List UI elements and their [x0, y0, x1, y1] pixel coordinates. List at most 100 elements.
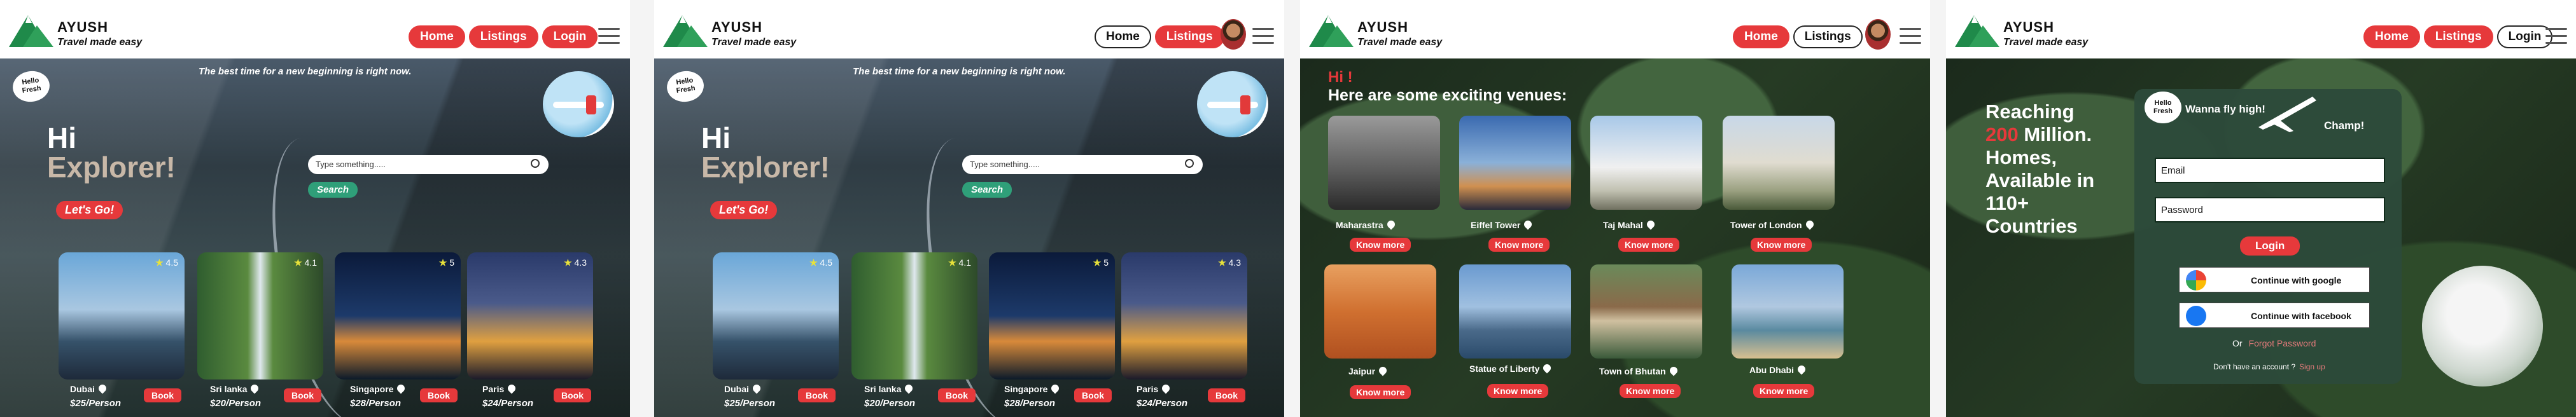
book-button[interactable]: Book [1074, 388, 1112, 402]
nav-listings[interactable]: Listings [468, 25, 538, 48]
venue-card-abu-dhabi[interactable] [1732, 264, 1844, 359]
location-pin-icon [249, 383, 260, 394]
nav-home[interactable]: Home [409, 25, 465, 48]
destination-card-dubai[interactable]: ★ 4.5 [713, 252, 839, 379]
lets-go-button[interactable]: Let's Go! [710, 201, 778, 219]
book-button[interactable]: Book [1208, 388, 1245, 402]
venue-name: Taj Mahal [1603, 219, 1656, 230]
know-more-button[interactable]: Know more [1751, 238, 1812, 252]
know-more-button[interactable]: Know more [1488, 238, 1550, 252]
home-screen-logged-in: AYUSH Travel made easy Home Listings Hel… [654, 0, 1284, 417]
nav-home[interactable]: Home [1095, 25, 1151, 48]
nav-login[interactable]: Login [542, 25, 598, 48]
venue-card-town-of-bhutan[interactable] [1590, 264, 1702, 359]
facebook-login-button[interactable]: Continue with facebook [2179, 303, 2370, 328]
destination-price: $25/Person [70, 398, 122, 409]
venue-card-jaipur[interactable] [1324, 264, 1436, 359]
brand-tagline: Travel made easy [1357, 37, 1443, 48]
airplane-icon [2258, 97, 2316, 132]
venue-card-tower-of-london[interactable] [1723, 116, 1835, 210]
nav-listings[interactable]: Listings [2423, 25, 2493, 48]
hamburger-menu-icon[interactable] [2545, 28, 2567, 44]
user-avatar[interactable] [1221, 19, 1246, 50]
signup-link[interactable]: Sign up [2299, 362, 2325, 371]
destination-name: Dubai [724, 383, 762, 394]
book-button[interactable]: Book [798, 388, 836, 402]
forgot-password-link[interactable]: Forgot Password [2249, 338, 2316, 348]
location-pin-icon [903, 383, 914, 394]
destination-card-sri-lanka[interactable]: ★ 4.1 [197, 252, 323, 379]
venue-card-maharastra[interactable] [1328, 116, 1440, 210]
password-field[interactable]: Password [2155, 197, 2385, 222]
location-pin-icon [395, 383, 407, 394]
no-account-text: Don't have an account ? [2213, 362, 2296, 371]
location-pin-icon [1049, 383, 1061, 394]
destination-price: $25/Person [724, 398, 776, 409]
location-pin-icon [1796, 364, 1807, 375]
venue-name: Eiffel Tower [1471, 219, 1534, 230]
know-more-button[interactable]: Know more [1753, 384, 1815, 398]
search-button[interactable]: Search [308, 182, 358, 198]
nav-listings[interactable]: Listings [1793, 25, 1863, 48]
know-more-button[interactable]: Know more [1350, 238, 1411, 252]
destination-card-paris[interactable]: ★ 4.3 [1121, 252, 1247, 379]
book-button[interactable]: Book [554, 388, 591, 402]
mountain-logo-icon[interactable] [1955, 11, 2001, 50]
destination-card-sri-lanka[interactable]: ★ 4.1 [851, 252, 977, 379]
mountain-logo-icon[interactable] [9, 11, 55, 50]
brand-name: AYUSH [711, 19, 762, 35]
venue-card-eiffel-tower[interactable] [1459, 116, 1571, 210]
search-input[interactable]: Type something..... [962, 155, 1203, 174]
mountain-logo-icon[interactable] [663, 11, 709, 50]
google-login-button[interactable]: Continue with google [2179, 267, 2370, 292]
nav-home[interactable]: Home [2363, 25, 2420, 48]
lets-go-button[interactable]: Let's Go! [56, 201, 123, 219]
user-avatar[interactable] [1865, 19, 1891, 50]
reaching-headline: Reaching 200 Million. Homes, Available in … [1985, 100, 2119, 238]
venue-card-taj-mahal[interactable] [1590, 116, 1702, 210]
rating-badge: ★ 4.5 [155, 257, 178, 268]
nav-bar: Home Listings Login [2363, 25, 2553, 48]
know-more-button[interactable]: Know more [1620, 384, 1681, 398]
destination-price: $20/Person [864, 398, 916, 409]
globe-airplane-icon [1197, 71, 1268, 137]
nav-home[interactable]: Home [1733, 25, 1789, 48]
mountain-logo-icon[interactable] [1309, 11, 1355, 50]
know-more-button[interactable]: Know more [1487, 384, 1549, 398]
location-pin-icon [1385, 219, 1397, 230]
hamburger-menu-icon[interactable] [598, 28, 620, 44]
book-button[interactable]: Book [144, 388, 181, 402]
email-field[interactable]: Email [2155, 158, 2385, 183]
search-icon [1185, 159, 1194, 168]
book-button[interactable]: Book [284, 388, 321, 402]
destination-card-singapore[interactable]: ★ 5 [989, 252, 1115, 379]
venue-card-statue-of-liberty[interactable] [1459, 264, 1571, 359]
book-button[interactable]: Book [938, 388, 976, 402]
login-button[interactable]: Login [2240, 236, 2300, 256]
know-more-button[interactable]: Know more [1618, 238, 1680, 252]
book-button[interactable]: Book [420, 388, 458, 402]
destination-card-singapore[interactable]: ★ 5 [335, 252, 461, 379]
rating-badge: ★ 5 [1093, 257, 1109, 268]
destination-card-dubai[interactable]: ★ 4.5 [59, 252, 185, 379]
header: AYUSH Travel made easy Home Listings Log… [1946, 0, 2576, 58]
or-text: Or [2232, 338, 2243, 348]
rating-badge: ★ 4.3 [1218, 257, 1241, 268]
brand-tagline: Travel made easy [2003, 37, 2089, 48]
hello-fresh-badge: Hello Fresh [2145, 92, 2181, 123]
nav-listings[interactable]: Listings [1154, 25, 1224, 48]
location-pin-icon [1645, 219, 1656, 230]
destination-card-paris[interactable]: ★ 4.3 [467, 252, 593, 379]
hamburger-menu-icon[interactable] [1252, 28, 1274, 44]
hamburger-menu-icon[interactable] [1900, 28, 1921, 44]
search-input[interactable]: Type something..... [308, 155, 549, 174]
brand-name: AYUSH [2003, 19, 2054, 35]
destination-price: $20/Person [210, 398, 262, 409]
nav-bar: Home Listings [1095, 25, 1224, 48]
facebook-icon [2186, 306, 2206, 326]
rating-badge: ★ 4.3 [564, 257, 587, 268]
nav-login[interactable]: Login [2496, 25, 2553, 48]
know-more-button[interactable]: Know more [1350, 385, 1411, 399]
search-button[interactable]: Search [962, 182, 1012, 198]
location-pin-icon [506, 383, 517, 394]
